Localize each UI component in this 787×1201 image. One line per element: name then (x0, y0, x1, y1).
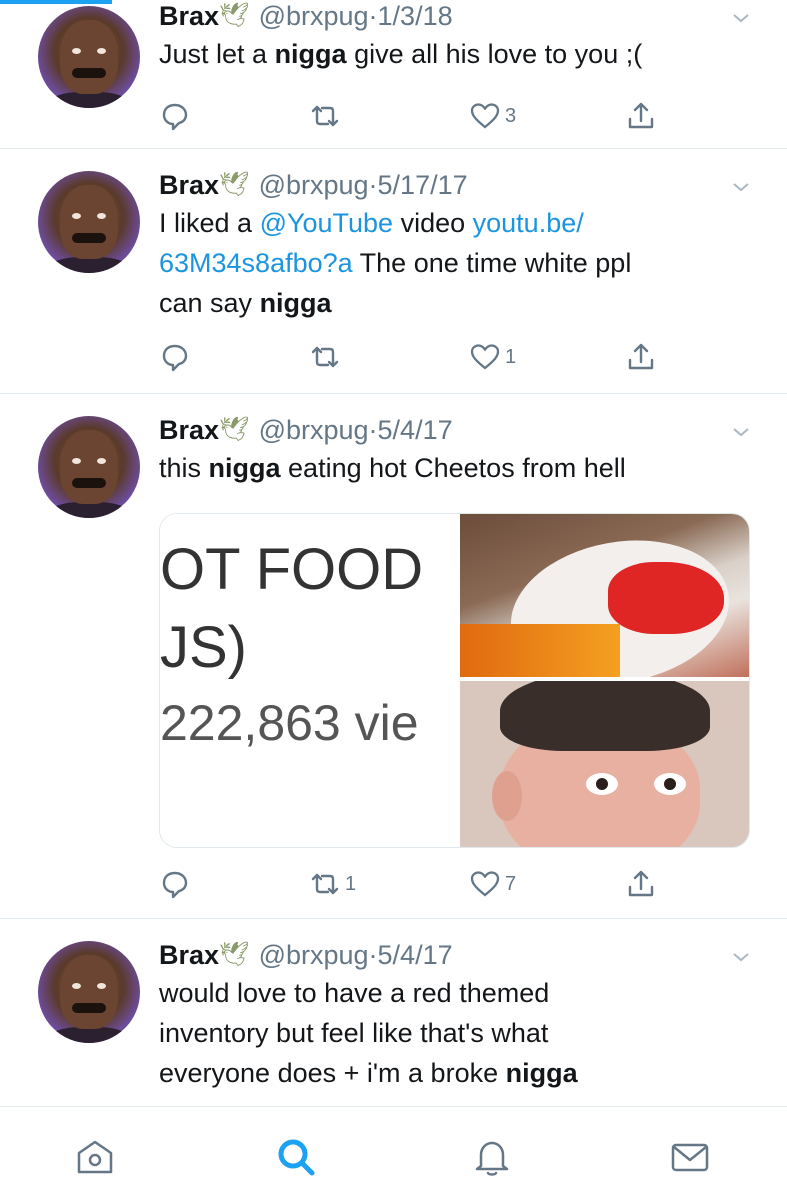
heart-icon (470, 344, 500, 370)
tweet[interactable]: Brax🕊 @brxpug·5/4/17 this nigga eating h… (0, 394, 787, 919)
handle[interactable]: @brxpug (259, 415, 369, 445)
nav-home[interactable] (73, 1135, 117, 1179)
separator-dot: · (368, 415, 378, 445)
handle[interactable]: @brxpug (259, 170, 369, 200)
heart-icon (470, 103, 500, 129)
avatar[interactable] (38, 6, 140, 108)
media-text-line: JS) (160, 615, 247, 680)
display-name[interactable]: Brax (159, 940, 219, 970)
search-icon (278, 1139, 315, 1176)
handle[interactable]: @brxpug (259, 1, 369, 31)
separator-dot: · (368, 170, 378, 200)
mention-link[interactable]: @YouTube (260, 208, 394, 238)
like-count: 7 (505, 872, 517, 895)
notifications-icon (475, 1141, 509, 1176)
media-text-line: 222,863 vie (160, 695, 419, 751)
avatar[interactable] (38, 941, 140, 1043)
reply-icon (162, 871, 188, 899)
retweet-button[interactable] (309, 96, 341, 136)
messages-icon (671, 1143, 709, 1172)
media-image-face[interactable] (460, 681, 749, 847)
media-grid[interactable]: OT FOOD JS) 222,863 vie (159, 513, 750, 848)
nav-messages[interactable] (668, 1135, 712, 1179)
separator-dot: · (368, 1, 378, 31)
chevron-down-icon[interactable] (731, 947, 751, 967)
tweet-text: would love to have a red themed inventor… (159, 978, 578, 1088)
tweet-date[interactable]: 1/3/18 (378, 1, 453, 31)
retweet-icon (311, 873, 339, 895)
media-image-screenshot[interactable]: OT FOOD JS) 222,863 vie (160, 514, 456, 847)
reply-icon (162, 344, 188, 372)
dove-icon: 🕊 (219, 416, 250, 443)
home-icon (77, 1140, 113, 1174)
share-button[interactable] (625, 337, 657, 377)
dove-icon: 🕊 (219, 171, 250, 198)
heart-icon (470, 871, 500, 897)
display-name[interactable]: Brax (159, 1, 219, 31)
tweet[interactable]: Brax🕊 @brxpug·5/17/17 I liked a @YouTube… (0, 149, 787, 394)
handle[interactable]: @brxpug (259, 940, 369, 970)
like-count: 1 (505, 345, 517, 368)
chevron-down-icon[interactable] (731, 8, 751, 28)
dove-icon: 🕊 (219, 2, 250, 29)
nav-notifications[interactable] (470, 1135, 514, 1179)
share-button[interactable] (625, 96, 657, 136)
display-name[interactable]: Brax (159, 170, 219, 200)
like-count: 3 (505, 104, 517, 127)
reply-button[interactable] (159, 864, 191, 904)
tweet-text: this nigga eating hot Cheetos from hell (159, 453, 626, 483)
avatar[interactable] (38, 416, 140, 518)
like-button[interactable]: 1 (469, 337, 516, 377)
retweet-count: 1 (345, 872, 357, 895)
like-button[interactable]: 7 (469, 864, 516, 904)
share-icon (628, 870, 654, 897)
bottom-nav-bar (0, 1106, 787, 1201)
reply-button[interactable] (159, 96, 191, 136)
nav-search[interactable] (274, 1135, 318, 1179)
url-link-continued[interactable]: 63M34s8afbo?a (159, 248, 353, 278)
separator-dot: · (368, 940, 378, 970)
dove-icon: 🕊 (219, 941, 250, 968)
like-button[interactable]: 3 (469, 96, 516, 136)
media-image-cheetos[interactable] (460, 514, 749, 677)
tweet[interactable]: Brax🕊 @brxpug·5/4/17 would love to have … (0, 919, 787, 1106)
retweet-button[interactable] (309, 337, 341, 377)
tweet-date[interactable]: 5/4/17 (378, 940, 453, 970)
reply-icon (162, 103, 188, 131)
retweet-icon (311, 105, 339, 127)
share-icon (628, 102, 654, 129)
tweet-date[interactable]: 5/4/17 (378, 415, 453, 445)
tweet-text: Just let a nigga give all his love to yo… (159, 39, 643, 69)
tweet-text: I liked a @YouTube video youtu.be/ 63M34… (159, 208, 632, 318)
media-text-line: OT FOOD (160, 537, 424, 602)
reply-button[interactable] (159, 337, 191, 377)
share-button[interactable] (625, 864, 657, 904)
avatar[interactable] (38, 171, 140, 273)
retweet-icon (311, 346, 339, 368)
display-name[interactable]: Brax (159, 415, 219, 445)
retweet-button[interactable]: 1 (309, 864, 356, 904)
chevron-down-icon[interactable] (731, 422, 751, 442)
share-icon (628, 343, 654, 370)
url-link[interactable]: youtu.be/ (473, 208, 584, 238)
tweet-date[interactable]: 5/17/17 (378, 170, 468, 200)
tweet[interactable]: Brax🕊 @brxpug·1/3/18 Just let a nigga gi… (0, 0, 787, 149)
chevron-down-icon[interactable] (731, 177, 751, 197)
